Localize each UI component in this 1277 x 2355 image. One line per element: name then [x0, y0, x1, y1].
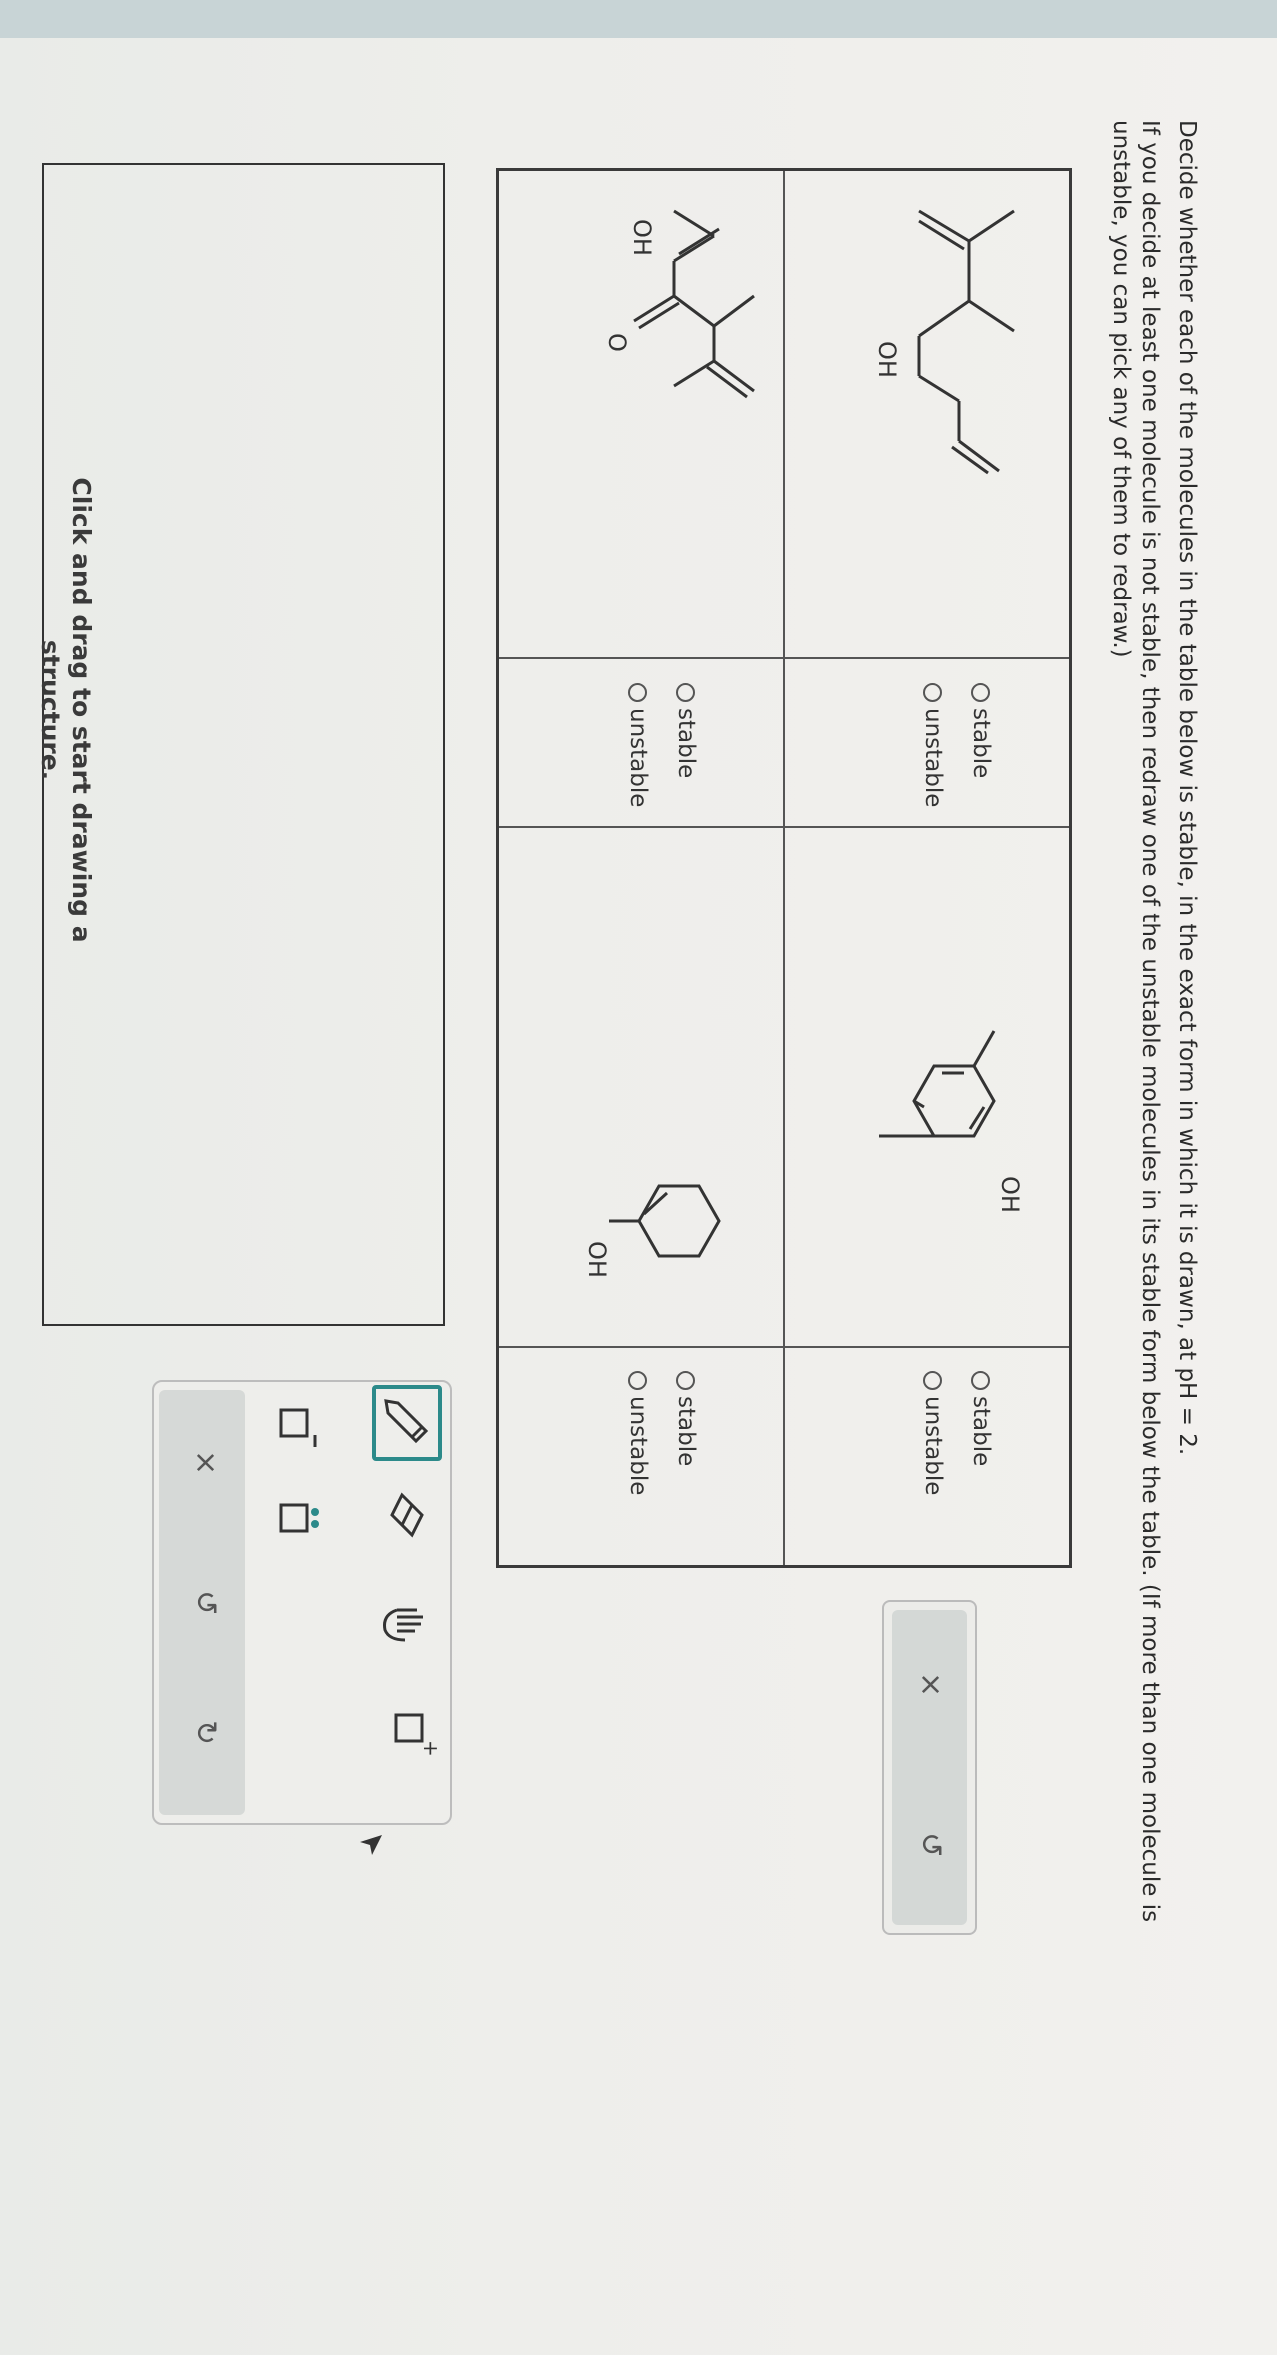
drawing-hint-line-2: structure.: [36, 639, 65, 781]
radio-circle[interactable]: [676, 683, 696, 702]
question-line-2: If you decide at least one molecule is n…: [1137, 120, 1163, 1923]
molecule-3-o-label: O: [603, 333, 631, 352]
answer-action-bar: [892, 1610, 967, 1925]
negative-charge-icon: [279, 1408, 317, 1447]
undo-icon[interactable]: ↺: [913, 1832, 948, 1857]
molecule-2-option-stable[interactable]: stable: [968, 1371, 994, 1466]
molecule-1-unstable-label: unstable: [920, 708, 946, 808]
molecule-table: OH stable unstable OH stable unstable OH…: [496, 168, 1072, 1568]
molecule-2-oh-label: OH: [996, 1176, 1024, 1213]
radio-circle[interactable]: [971, 683, 991, 702]
molecule-3-stable-label: stable: [673, 708, 699, 779]
drawing-hint-line-1: Click and drag to start drawing a: [67, 477, 96, 943]
molecule-4-option-unstable[interactable]: unstable: [625, 1371, 651, 1495]
drawing-redo-icon[interactable]: ↻: [188, 1720, 223, 1745]
molecule-4-stable-label: stable: [673, 1396, 699, 1467]
eraser-tool-button[interactable]: [378, 1485, 432, 1545]
radio-circle[interactable]: [628, 1371, 648, 1390]
eraser-icon: [390, 1492, 424, 1538]
table-col-divider-1: [499, 657, 1069, 659]
radio-circle[interactable]: [923, 683, 943, 702]
molecule-4-unstable-label: unstable: [625, 1396, 651, 1496]
hand-tool-button[interactable]: [373, 1595, 437, 1655]
table-col-divider-2: [499, 826, 1069, 828]
drawing-action-bar: × ↺ ↻: [159, 1390, 245, 1815]
molecule-4-drawing: OH: [583, 1184, 721, 1278]
lone-pair-tool-button[interactable]: [263, 1490, 327, 1550]
molecule-2-stable-label: stable: [968, 1396, 994, 1467]
structure-drawing-area[interactable]: [42, 163, 445, 1326]
cursor-arrow-icon: [360, 1835, 382, 1855]
clear-icon[interactable]: ×: [913, 1672, 948, 1697]
radio-circle[interactable]: [628, 683, 648, 702]
molecule-1-drawing: OH: [873, 209, 1015, 475]
radio-circle[interactable]: [971, 1371, 991, 1390]
pencil-icon: [384, 1399, 429, 1444]
radio-circle[interactable]: [676, 1371, 696, 1390]
molecule-1-oh-label: OH: [873, 341, 901, 378]
molecule-1-option-stable[interactable]: stable: [968, 683, 994, 778]
molecule-1-stable-label: stable: [968, 708, 994, 779]
molecule-3-option-stable[interactable]: stable: [673, 683, 699, 778]
mouse-cursor-icon: [353, 1830, 387, 1860]
molecule-3-unstable-label: unstable: [625, 708, 651, 808]
hand-icon: [383, 1608, 423, 1642]
negative-charge-tool-button[interactable]: [263, 1395, 327, 1455]
molecule-3-option-unstable[interactable]: unstable: [625, 683, 651, 807]
molecule-4-option-stable[interactable]: stable: [673, 1371, 699, 1466]
lone-pair-icon: [279, 1503, 319, 1533]
add-charge-tool-button[interactable]: +: [378, 1700, 443, 1760]
molecule-3-drawing: OH O: [603, 209, 755, 399]
answer-action-panel: × ↺: [882, 1600, 977, 1935]
molecule-4-oh-label: OH: [583, 1241, 611, 1278]
molecule-3-structure: OH O: [495, 191, 769, 641]
molecule-3-oh-label: OH: [628, 219, 656, 256]
molecule-2-drawing: OH: [879, 1030, 1024, 1213]
molecule-2-structure: OH: [790, 871, 1054, 1331]
question-line-3: unstable, you can pick any of them to re…: [1108, 120, 1134, 658]
molecule-1-structure: OH: [790, 191, 1054, 641]
table-col-divider-3: [499, 1346, 1069, 1348]
question-page: Decide whether each of the molecules in …: [0, 0, 1277, 2355]
table-row-divider: [783, 171, 785, 1565]
question-line-1: Decide whether each of the molecules in …: [1174, 120, 1200, 1456]
molecule-2-unstable-label: unstable: [920, 1396, 946, 1496]
svg-text:+: +: [419, 1740, 442, 1757]
radio-circle[interactable]: [923, 1371, 943, 1390]
pencil-tool-button[interactable]: [372, 1385, 442, 1461]
molecule-2-option-unstable[interactable]: unstable: [920, 1371, 946, 1495]
drawing-undo-icon[interactable]: ↺: [188, 1590, 223, 1615]
add-charge-icon: +: [394, 1713, 443, 1757]
drawing-hint: Click and drag to start drawing a struct…: [35, 460, 97, 960]
molecule-1-option-unstable[interactable]: unstable: [920, 683, 946, 807]
molecule-4-structure: OH: [495, 871, 769, 1331]
drawing-clear-icon[interactable]: ×: [188, 1450, 223, 1475]
